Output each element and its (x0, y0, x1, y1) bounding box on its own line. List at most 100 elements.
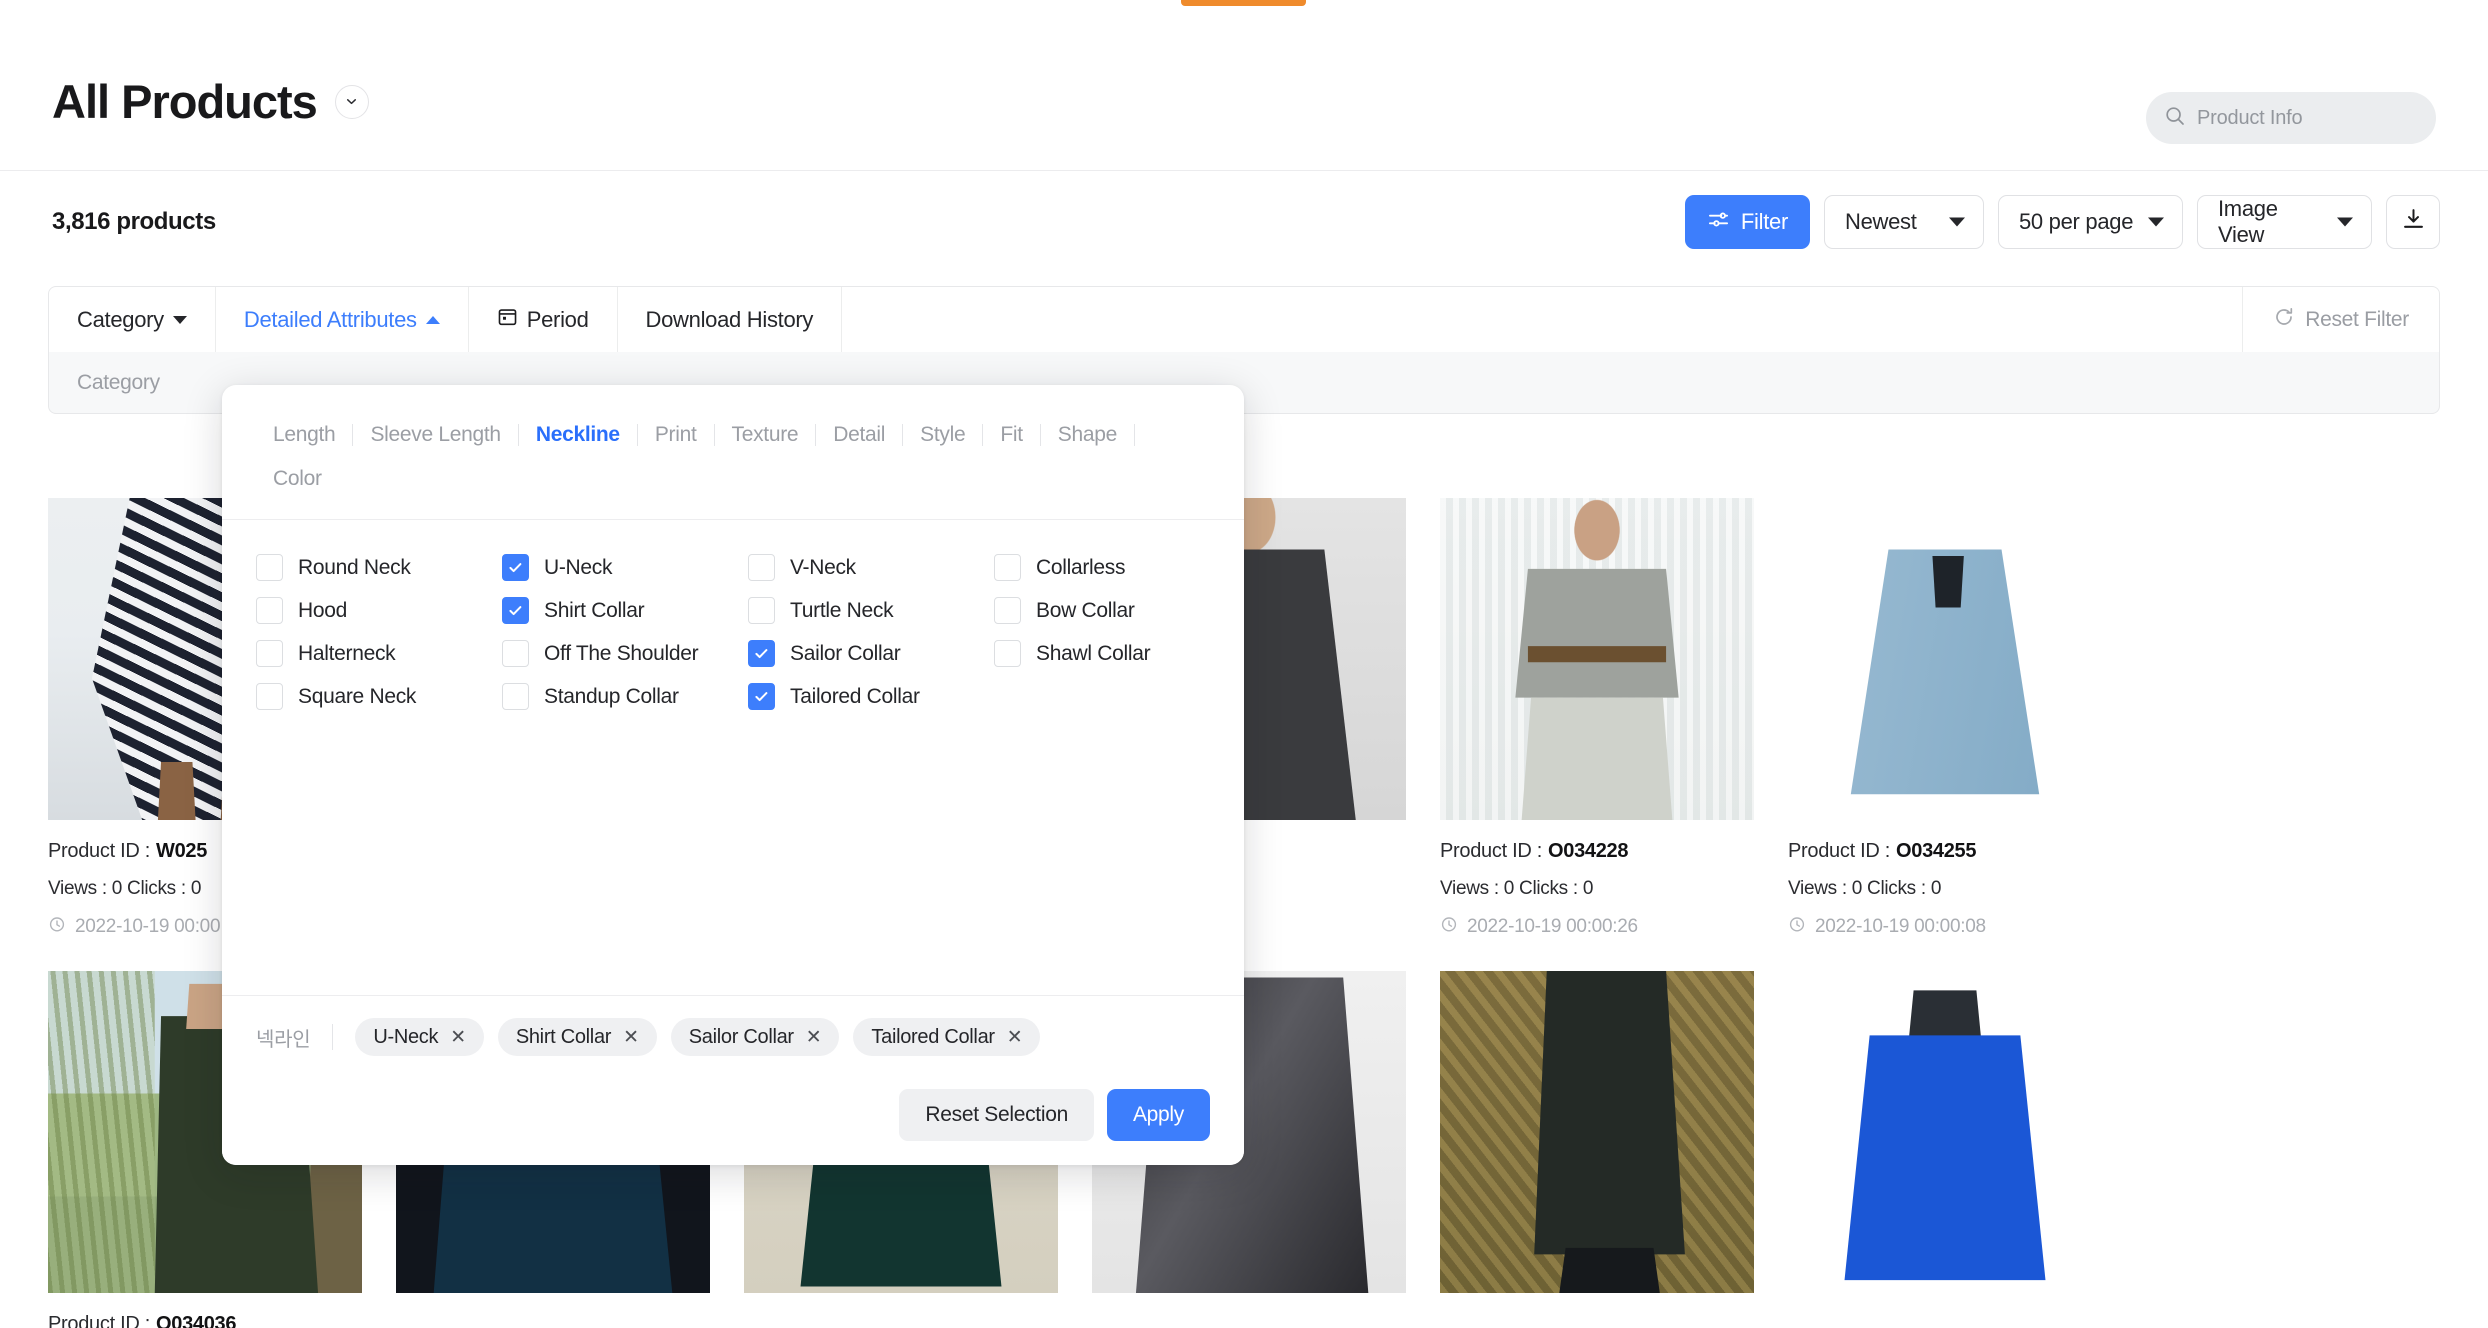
chip-tailored-collar[interactable]: Tailored Collar ✕ (853, 1018, 1041, 1056)
product-timestamp-row: 2022-10-19 00:00:08 (1788, 915, 2102, 939)
divider (1134, 424, 1136, 446)
attribute-tab-shape[interactable]: Shape (1041, 413, 1134, 457)
app-root: All Products Product Info 3,816 products (0, 0, 2488, 1328)
chip-sailor-collar[interactable]: Sailor Collar ✕ (670, 1018, 840, 1056)
checkbox-label: Collarless (1036, 555, 1126, 579)
selected-chips-group-label: 넥라인 (256, 1028, 311, 1051)
checkbox-shawl-collar[interactable]: Shawl Collar (994, 638, 1240, 669)
chip-shirt-collar[interactable]: Shirt Collar ✕ (497, 1018, 657, 1056)
search-input[interactable]: Product Info (2146, 92, 2436, 144)
chip-u-neck[interactable]: U-Neck ✕ (355, 1018, 484, 1056)
attribute-tab-length[interactable]: Length (256, 413, 352, 457)
checkbox-sailor-collar[interactable]: Sailor Collar (748, 638, 994, 669)
filter-tab-download-history[interactable]: Download History (618, 287, 843, 352)
checkbox-u-neck[interactable]: U-Neck (502, 552, 748, 583)
checkbox-off-the-shoulder[interactable]: Off The Shoulder (502, 638, 748, 669)
search-icon (2164, 105, 2186, 132)
checkbox-box (748, 554, 775, 581)
filter-tab-detailed-attributes[interactable]: Detailed Attributes (216, 287, 469, 352)
chevron-down-icon (2337, 217, 2353, 227)
product-thumbnail[interactable] (1440, 971, 1754, 1293)
checkbox-tailored-collar[interactable]: Tailored Collar (748, 681, 994, 712)
close-icon[interactable]: ✕ (450, 1026, 466, 1049)
product-card[interactable]: Product ID : O034228 Views : 0 Clicks : 0… (1440, 498, 1754, 939)
filter-tab-category-label: Category (77, 306, 164, 332)
apply-button[interactable]: Apply (1106, 1089, 1210, 1141)
checkbox-label: Square Neck (298, 684, 417, 708)
chevron-down-icon[interactable] (334, 84, 369, 119)
attribute-tab-detail[interactable]: Detail (816, 413, 902, 457)
product-card[interactable] (1788, 971, 2102, 1328)
checkbox-v-neck[interactable]: V-Neck (748, 552, 994, 583)
chevron-down-icon (1949, 217, 1965, 227)
product-timestamp: 2022-10-19 00:00 (75, 916, 221, 937)
toolbar-controls: Filter Newest 50 per page Image View (1684, 195, 2440, 249)
checkbox-box (256, 683, 283, 710)
product-id-label: Product ID : (48, 840, 150, 862)
product-timestamp: 2022-10-19 00:00:26 (1467, 916, 1638, 937)
checkbox-collarless[interactable]: Collarless (994, 552, 1240, 583)
checkbox-label: Shawl Collar (1036, 641, 1151, 665)
product-thumbnail[interactable] (1788, 971, 2102, 1293)
attribute-tab-neckline[interactable]: Neckline (519, 413, 637, 457)
checkbox-box (256, 640, 283, 667)
product-id-value: O034255 (1896, 840, 1977, 862)
checkbox-label: Off The Shoulder (544, 641, 699, 665)
sort-select[interactable]: Newest (1824, 195, 1984, 249)
checkbox-turtle-neck[interactable]: Turtle Neck (748, 595, 994, 626)
page-header: All Products Product Info (0, 16, 2488, 171)
attribute-tab-color[interactable]: Color (256, 457, 339, 501)
sort-select-value: Newest (1845, 209, 1917, 234)
checkbox-round-neck[interactable]: Round Neck (256, 552, 502, 583)
attribute-tab-texture[interactable]: Texture (715, 413, 816, 457)
product-id-row: Product ID : O034228 (1440, 840, 1754, 863)
download-button[interactable] (2386, 195, 2440, 249)
checkbox-box-checked (502, 597, 529, 624)
close-icon[interactable]: ✕ (1007, 1026, 1023, 1049)
attribute-tab-list: Length Sleeve Length Neckline Print Text… (222, 385, 1244, 501)
checkbox-standup-collar[interactable]: Standup Collar (502, 681, 748, 712)
per-page-select[interactable]: 50 per page (1998, 195, 2183, 249)
panel-footer: 넥라인 U-Neck ✕ Shirt Collar ✕ Sailor Colla… (222, 995, 1244, 1165)
product-id-value: O034036 (156, 1313, 237, 1328)
filter-tab-period[interactable]: Period (469, 287, 618, 352)
filter-tab-period-label: Period (526, 306, 589, 332)
checkbox-halterneck[interactable]: Halterneck (256, 638, 502, 669)
checkbox-bow-collar[interactable]: Bow Collar (994, 595, 1240, 626)
filter-tab-category[interactable]: Category (49, 287, 216, 352)
close-icon[interactable]: ✕ (806, 1026, 822, 1049)
reset-filter-button[interactable]: Reset Filter (2242, 287, 2439, 352)
checkbox-shirt-collar[interactable]: Shirt Collar (502, 595, 748, 626)
product-card[interactable]: Product ID : O034255 Views : 0 Clicks : 0… (1788, 498, 2102, 939)
page-title-group: All Products (52, 74, 369, 129)
product-id-row: Product ID : O034255 (1788, 840, 2102, 863)
attribute-tab-print[interactable]: Print (638, 413, 714, 457)
reset-selection-button[interactable]: Reset Selection (899, 1089, 1094, 1141)
view-mode-select[interactable]: Image View (2197, 195, 2372, 249)
product-thumbnail[interactable] (1788, 498, 2102, 820)
attribute-tab-style[interactable]: Style (903, 413, 982, 457)
product-timestamp: 2022-10-19 00:00:08 (1815, 916, 1986, 937)
product-thumbnail[interactable] (1440, 498, 1754, 820)
filter-button[interactable]: Filter (1684, 195, 1810, 249)
top-orange-indicator (1181, 0, 1306, 6)
checkbox-label: U-Neck (544, 555, 613, 579)
product-count: 3,816 products (52, 208, 216, 235)
attribute-tab-fit[interactable]: Fit (983, 413, 1039, 457)
checkbox-box (256, 554, 283, 581)
attribute-tab-sleeve-length[interactable]: Sleeve Length (353, 413, 517, 457)
clock-icon (1788, 915, 1806, 939)
filter-bar-spacer (842, 287, 2242, 352)
checkbox-label: Sailor Collar (790, 641, 901, 665)
divider (332, 1024, 334, 1050)
checkbox-box (994, 597, 1021, 624)
product-views-clicks: Views : 0 Clicks : 0 (1440, 878, 1594, 899)
product-meta: Product ID :O034036 Views : 0 Clicks : 0… (48, 1293, 362, 1328)
checkbox-hood[interactable]: Hood (256, 595, 502, 626)
page-title: All Products (52, 75, 318, 128)
product-card[interactable] (1440, 971, 1754, 1328)
chevron-up-icon (425, 315, 440, 324)
checkbox-label: Turtle Neck (790, 598, 894, 622)
checkbox-square-neck[interactable]: Square Neck (256, 681, 502, 712)
close-icon[interactable]: ✕ (623, 1026, 639, 1049)
